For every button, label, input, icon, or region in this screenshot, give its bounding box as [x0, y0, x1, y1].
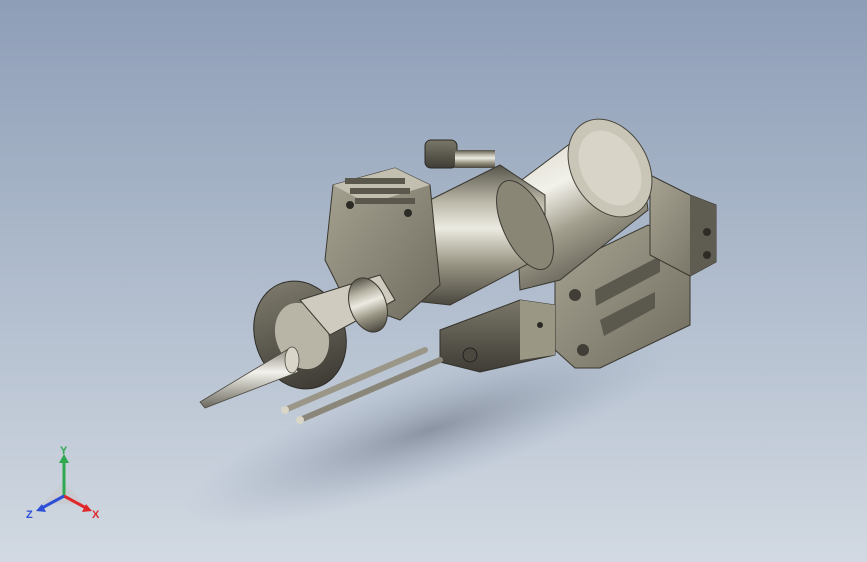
- assembly-model[interactable]: [0, 0, 867, 562]
- y-axis-label: Y: [60, 446, 68, 457]
- adjustment-knob[interactable]: [424, 139, 495, 169]
- x-axis-label: X: [92, 509, 100, 521]
- orientation-triad: Y X Z: [26, 446, 100, 521]
- cooling-fins: [345, 178, 415, 204]
- cutting-tool[interactable]: [199, 346, 300, 409]
- graphics-viewport[interactable]: Y X Z: [0, 0, 867, 562]
- z-axis-label: Z: [26, 509, 33, 521]
